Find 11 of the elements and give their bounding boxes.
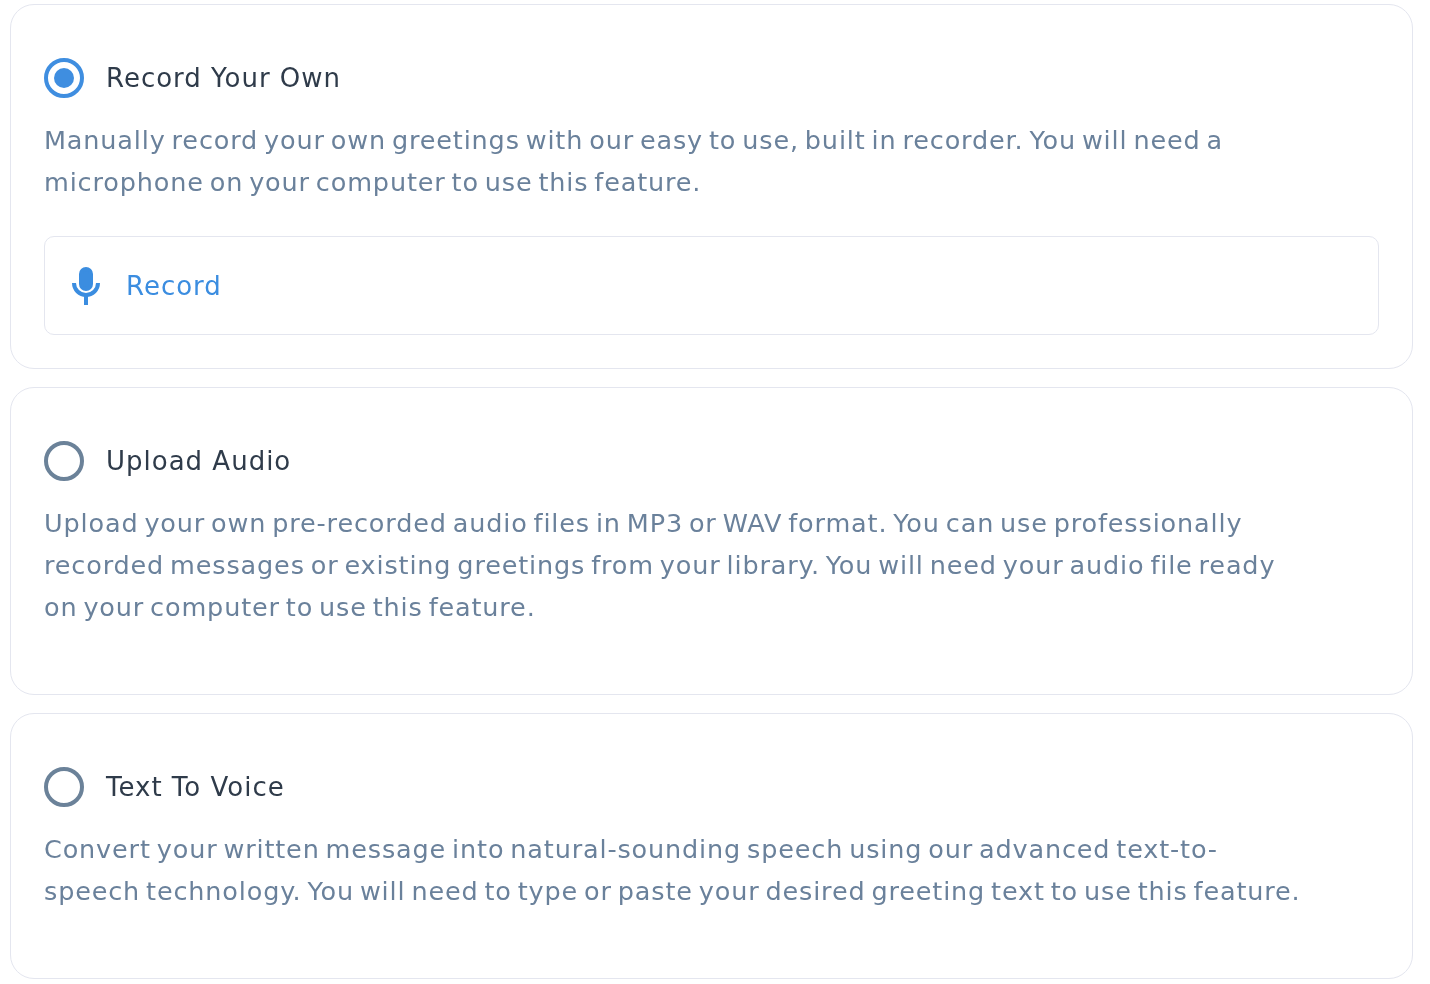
option-title: Upload Audio [106,445,292,477]
radio-button[interactable] [44,441,84,481]
microphone-icon [70,266,102,305]
option-description: Upload your own pre-recorded audio files in MP3 or WAV format. You can use professionally recorded messages or existing greetings from your library. You will need your audio file ready on your computer to use this feature. [44,507,1277,624]
radio-button[interactable] [44,767,84,807]
option-title: Text To Voice [106,771,285,803]
option-description: Manually record your own greetings with our easy to use, built in recorder. You will need a microphone on your computer to use this feature. [44,124,1224,199]
radio-button[interactable] [44,58,84,98]
option-title: Record Your Own [106,62,342,94]
record-button[interactable]: Record [44,236,1379,335]
option-description: Convert your written message into natural-sounding speech using our advanced text-to-speech technology. You will need to type or paste your desired greeting text to use this feature. [44,833,1302,908]
